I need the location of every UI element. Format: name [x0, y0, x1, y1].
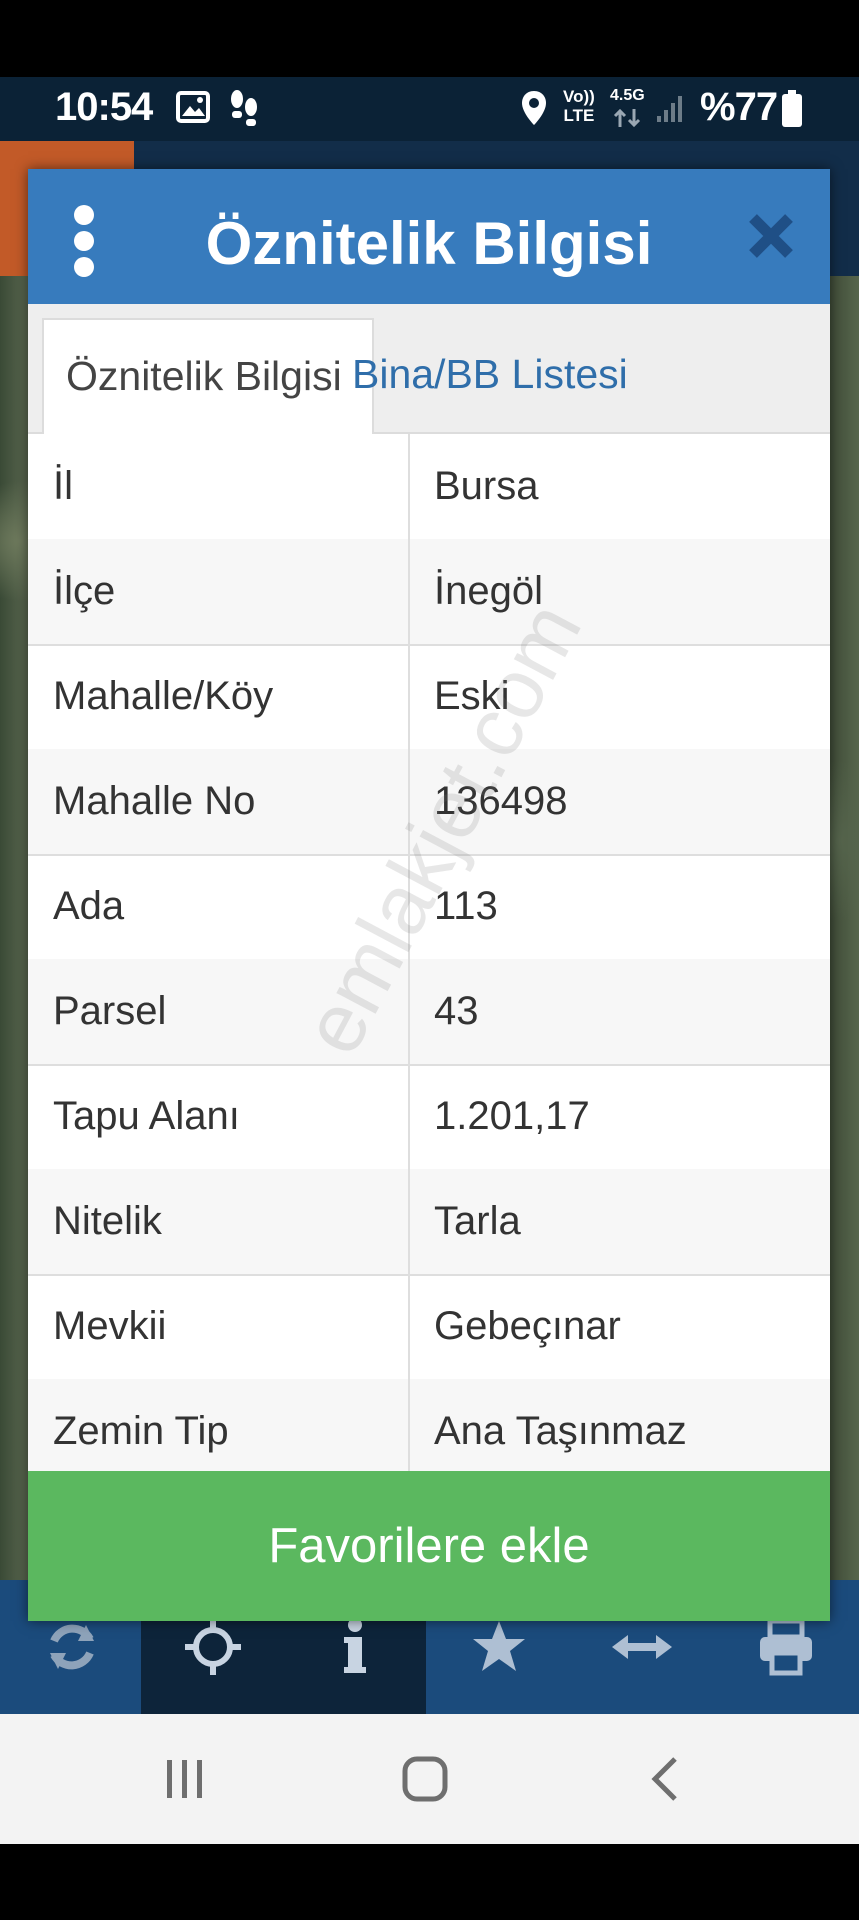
row-label: Parsel — [53, 989, 167, 1033]
table-row: Mahalle/Köy Eski — [28, 644, 830, 751]
row-value: Gebeçınar — [434, 1304, 621, 1348]
back-icon — [651, 1756, 677, 1801]
home-icon — [402, 1756, 448, 1802]
back-button[interactable] — [590, 1714, 740, 1844]
row-value: 43 — [434, 989, 479, 1033]
row-label: Ada — [53, 884, 125, 928]
row-value: Bursa — [434, 464, 539, 508]
recent-apps-icon — [167, 1759, 202, 1798]
attribute-dialog: Öznitelik Bilgisi Öznitelik Bilgisi Bina… — [28, 169, 830, 1621]
location-icon — [522, 91, 546, 125]
table-row: Mevkii Gebeçınar — [28, 1274, 830, 1381]
close-icon — [749, 214, 793, 258]
home-button[interactable] — [350, 1714, 500, 1844]
signal-icon — [657, 96, 682, 122]
battery-percentage: %77 — [700, 85, 778, 129]
dialog-header: Öznitelik Bilgisi — [28, 169, 830, 304]
clock: 10:54 — [55, 85, 153, 129]
status-bar: 10:54 Vo)) LTE 4.5G %77 — [0, 77, 859, 141]
data-type-label: 4.5G — [610, 87, 645, 104]
system-nav-bar — [0, 1714, 859, 1844]
more-options-icon — [74, 205, 94, 225]
table-row: İl Bursa — [28, 434, 830, 541]
row-label: Nitelik — [53, 1199, 162, 1243]
data-arrows-icon — [613, 108, 641, 128]
add-to-favorites-button[interactable]: Favorilere ekle — [28, 1471, 830, 1621]
row-label: Zemin Tip — [53, 1409, 229, 1453]
row-value: Tarla — [434, 1199, 521, 1243]
volte-label: Vo)) — [563, 87, 595, 106]
row-label: İlçe — [53, 569, 116, 613]
tab-building-list[interactable]: Bina/BB Listesi — [330, 318, 704, 432]
row-label: Mahalle No — [53, 779, 256, 823]
attribute-table: İl Bursa İlçe İnegöl Mahalle/Köy Eski Ma… — [28, 434, 830, 1639]
footsteps-icon — [231, 90, 257, 126]
row-value: Ana Taşınmaz — [434, 1409, 687, 1453]
volte-indicator: Vo)) LTE — [563, 87, 595, 125]
more-options-button[interactable] — [72, 205, 96, 277]
table-row: Zemin Tip Ana Taşınmaz — [28, 1379, 830, 1486]
row-label: Mevkii — [53, 1304, 167, 1348]
row-label: Tapu Alanı — [53, 1094, 240, 1138]
image-notification-icon — [176, 91, 210, 123]
row-value: 1.201,17 — [434, 1094, 590, 1138]
row-label: İl — [53, 464, 73, 508]
battery-icon — [782, 90, 802, 127]
table-row: İlçe İnegöl — [28, 539, 830, 646]
tab-attribute-info[interactable]: Öznitelik Bilgisi — [42, 318, 374, 434]
close-button[interactable] — [748, 209, 794, 269]
table-row: Tapu Alanı 1.201,17 — [28, 1064, 830, 1171]
table-row: Nitelik Tarla — [28, 1169, 830, 1276]
row-label: Mahalle/Köy — [53, 674, 274, 718]
recent-apps-button[interactable] — [110, 1714, 260, 1844]
table-row: Parsel 43 — [28, 959, 830, 1066]
dialog-title: Öznitelik Bilgisi — [205, 210, 653, 277]
lte-label: LTE — [563, 106, 595, 125]
dialog-tabs: Öznitelik Bilgisi Bina/BB Listesi — [28, 304, 830, 434]
